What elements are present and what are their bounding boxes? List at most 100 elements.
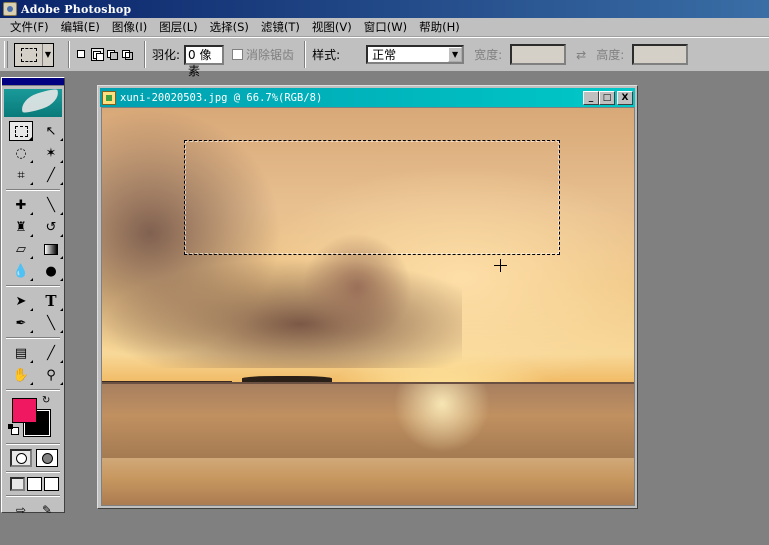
app-title: Adobe Photoshop: [21, 2, 132, 16]
separator: [144, 41, 146, 68]
jump-to-imageready-icon[interactable]: ⇨: [10, 501, 32, 519]
tool-grid-paint: ✚ ╲ ♜ ↺ ▱ 💧 ●: [2, 195, 64, 281]
close-button[interactable]: X: [617, 90, 633, 105]
mask-mode-group: [2, 449, 64, 467]
type-tool-icon[interactable]: T: [39, 291, 63, 311]
path-selection-tool-icon[interactable]: ➤: [9, 291, 33, 311]
standard-mode-button[interactable]: [10, 449, 32, 467]
separator: [68, 41, 70, 68]
zoom-tool-icon[interactable]: ⚲: [39, 365, 63, 385]
swap-dimensions-icon[interactable]: ⇄: [576, 48, 586, 62]
separator: [6, 189, 60, 191]
swap-colors-icon[interactable]: ↻: [42, 395, 50, 406]
history-brush-tool-icon[interactable]: ↺: [39, 217, 63, 237]
options-bar-grip[interactable]: [4, 41, 8, 68]
sea: [102, 384, 634, 464]
line-tool-icon[interactable]: ╲: [39, 313, 63, 333]
full-screen-menu-mode-button[interactable]: [27, 477, 42, 491]
menu-window[interactable]: 窗口(W): [358, 19, 413, 36]
minimize-button[interactable]: _: [583, 90, 599, 105]
toolbox-panel: ↖ ◌ ✶ ⌗ ╱ ✚ ╲ ♜ ↺ ▱ 💧 ● ➤ T ✒ ╲ ▤ ╱ ✋ ⚲ …: [1, 77, 65, 517]
horizon-line: [102, 382, 634, 384]
color-swatches: ↻: [2, 395, 64, 439]
rect-marquee-icon: [21, 47, 37, 62]
blur-tool-icon[interactable]: 💧: [9, 261, 33, 281]
dodge-tool-icon[interactable]: ●: [39, 261, 63, 281]
document-title: xuni-20020503.jpg @ 66.7%(RGB/8): [120, 91, 323, 104]
intersect-selection-icon[interactable]: [121, 48, 134, 61]
full-screen-mode-button[interactable]: [44, 477, 59, 491]
antialias-label: 消除锯齿: [246, 48, 295, 62]
width-label: 宽度:: [474, 48, 503, 62]
magic-wand-tool-icon[interactable]: ✶: [39, 143, 63, 163]
eraser-tool-icon[interactable]: ▱: [9, 239, 33, 259]
options-bar: ▼ 羽化: 0 像素 消除锯齿 样式: 正常 ▼ 宽度: ⇄ 高度:: [0, 37, 769, 78]
checkbox-icon: [232, 49, 244, 60]
feather-label: 羽化:: [152, 48, 181, 62]
rect-marquee-tool-icon[interactable]: [9, 121, 33, 141]
image-document-icon: [102, 90, 116, 105]
default-colors-icon[interactable]: [8, 424, 19, 435]
lasso-tool-icon[interactable]: ◌: [9, 143, 33, 163]
marquee-selection[interactable]: [184, 140, 560, 255]
menu-help[interactable]: 帮助(H): [413, 19, 466, 36]
separator: [6, 443, 60, 445]
menu-view[interactable]: 视图(V): [306, 19, 358, 36]
chevron-down-icon: ▼: [42, 43, 53, 66]
island-silhouette: [242, 376, 332, 382]
toolbox-header[interactable]: [2, 78, 64, 86]
pen-tool-icon[interactable]: ✒: [9, 313, 33, 333]
slice-tool-icon[interactable]: ╱: [39, 165, 63, 185]
separator: [6, 495, 60, 497]
selection-mode-group: [76, 48, 134, 61]
menu-file[interactable]: 文件(F): [4, 19, 55, 36]
style-select-value: 正常: [372, 48, 397, 62]
eyedropper-tool-icon[interactable]: ╱: [39, 343, 63, 363]
menu-layer[interactable]: 图层(L): [153, 19, 203, 36]
height-input[interactable]: [632, 44, 689, 65]
notes-tool-icon[interactable]: ▤: [9, 343, 33, 363]
hand-tool-icon[interactable]: ✋: [9, 365, 33, 385]
foreground-color-swatch[interactable]: [12, 398, 37, 423]
clone-stamp-tool-icon[interactable]: ♜: [9, 217, 33, 237]
healing-brush-tool-icon[interactable]: ✚: [9, 195, 33, 215]
height-label: 高度:: [596, 48, 625, 62]
menu-image[interactable]: 图像(I): [106, 19, 153, 36]
screen-mode-group: [2, 477, 64, 491]
window-controls: _ □ X: [583, 90, 633, 105]
brush-tool-icon[interactable]: ╲: [39, 195, 63, 215]
quick-mask-mode-button[interactable]: [36, 449, 58, 467]
style-select[interactable]: 正常 ▼: [366, 45, 465, 64]
antialias-checkbox[interactable]: 消除锯齿: [232, 46, 298, 63]
photoshop-app-icon[interactable]: [3, 2, 17, 16]
crop-tool-icon[interactable]: ⌗: [9, 165, 33, 185]
document-window: xuni-20020503.jpg @ 66.7%(RGB/8) _ □ X: [97, 85, 638, 509]
app-titlebar[interactable]: Adobe Photoshop: [0, 0, 769, 18]
tool-grid-nav: ▤ ╱ ✋ ⚲: [2, 343, 64, 385]
separator: [6, 389, 60, 391]
image-canvas[interactable]: [101, 107, 635, 506]
chevron-down-icon: ▼: [448, 47, 463, 62]
add-to-selection-icon[interactable]: [91, 48, 104, 61]
move-tool-icon[interactable]: ↖: [39, 121, 63, 141]
document-titlebar[interactable]: xuni-20020503.jpg @ 66.7%(RGB/8) _ □ X: [100, 88, 635, 107]
crosshair-cursor-icon: [494, 259, 507, 272]
width-input[interactable]: [510, 44, 567, 65]
subtract-from-selection-icon[interactable]: [106, 48, 119, 61]
separator: [304, 41, 307, 68]
menu-filter[interactable]: 滤镜(T): [255, 19, 306, 36]
feather-logo-icon[interactable]: [4, 87, 62, 117]
new-selection-icon[interactable]: [76, 48, 89, 61]
edit-in-imageready-icon[interactable]: ✎: [36, 501, 58, 519]
standard-screen-mode-button[interactable]: [10, 477, 25, 491]
gradient-tool-icon[interactable]: [39, 239, 63, 259]
feather-input[interactable]: 0 像素: [184, 44, 225, 78]
beach: [102, 458, 634, 505]
tool-preset-picker[interactable]: ▼: [14, 42, 54, 67]
menu-select[interactable]: 选择(S): [204, 19, 255, 36]
maximize-button[interactable]: □: [599, 90, 615, 105]
separator: [6, 285, 60, 287]
separator: [6, 337, 60, 339]
separator: [6, 471, 60, 473]
menu-edit[interactable]: 编辑(E): [55, 19, 106, 36]
